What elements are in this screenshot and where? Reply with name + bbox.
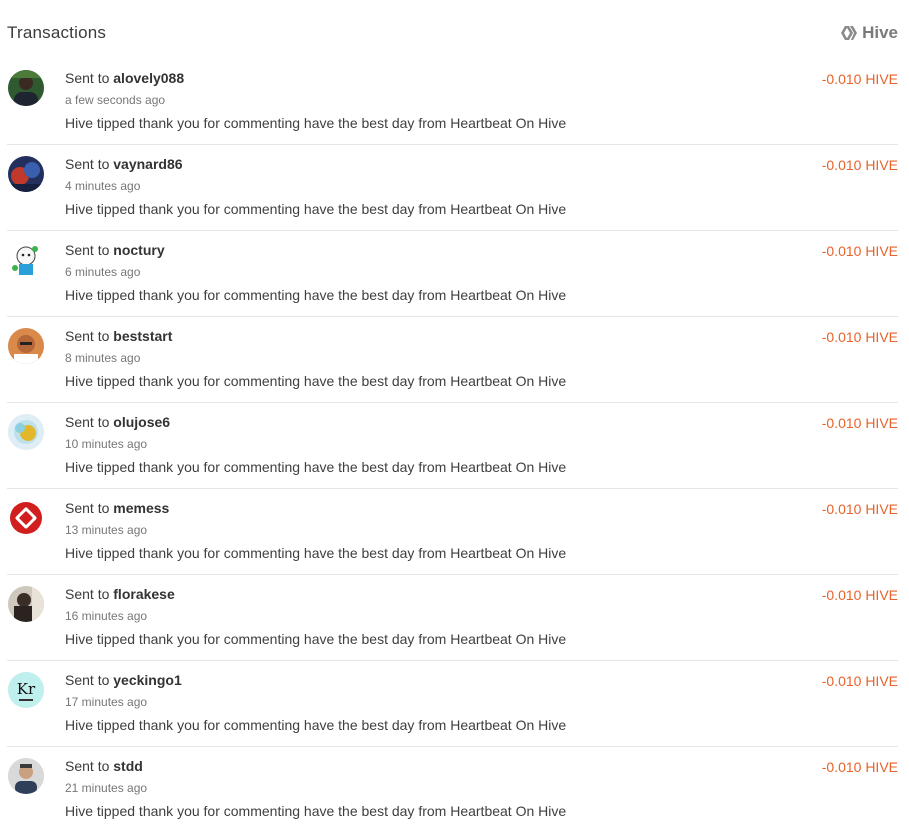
amount: -0.010 HIVE xyxy=(821,673,898,689)
recipient-username[interactable]: florakese xyxy=(113,586,174,602)
transaction-row[interactable]: Sent to stdd 21 minutes ago Hive tipped … xyxy=(7,747,898,830)
timestamp: 16 minutes ago xyxy=(65,609,148,623)
memo-text: Hive tipped thank you for commenting hav… xyxy=(65,201,567,217)
transactions-panel: Transactions Hive Sent to alovely088 a f… xyxy=(0,0,909,830)
timestamp: a few seconds ago xyxy=(65,93,166,107)
transaction-row[interactable]: Sent to florakese 16 minutes ago Hive ti… xyxy=(7,575,898,661)
avatar-photo-icon[interactable] xyxy=(8,328,44,364)
sent-prefix: Sent to xyxy=(65,70,110,86)
amount: -0.010 HIVE xyxy=(821,415,898,431)
recipient-username[interactable]: olujose6 xyxy=(113,414,170,430)
timestamp: 21 minutes ago xyxy=(65,781,148,795)
recipient-username[interactable]: beststart xyxy=(113,328,172,344)
timestamp: 4 minutes ago xyxy=(65,179,141,193)
sent-prefix: Sent to xyxy=(65,758,110,774)
recipient-username[interactable]: noctury xyxy=(113,242,164,258)
avatar-photo-icon[interactable] xyxy=(8,414,44,450)
memo-text: Hive tipped thank you for commenting hav… xyxy=(65,717,567,733)
transaction-row[interactable]: Sent to alovely088 a few seconds ago Hiv… xyxy=(7,59,898,145)
timestamp: 17 minutes ago xyxy=(65,695,148,709)
sent-prefix: Sent to xyxy=(65,156,110,172)
avatar-photo-icon[interactable] xyxy=(8,70,44,106)
amount: -0.010 HIVE xyxy=(821,157,898,173)
sent-prefix: Sent to xyxy=(65,586,110,602)
avatar-element-icon[interactable]: Kr xyxy=(8,672,44,708)
transaction-list: Sent to alovely088 a few seconds ago Hiv… xyxy=(7,59,898,830)
amount: -0.010 HIVE xyxy=(821,243,898,259)
panel-header: Transactions Hive xyxy=(7,0,898,66)
recipient-username[interactable]: memess xyxy=(113,500,169,516)
recipient-username[interactable]: alovely088 xyxy=(113,70,184,86)
avatar-photo-icon[interactable] xyxy=(8,156,44,192)
amount: -0.010 HIVE xyxy=(821,587,898,603)
avatar-photo-icon[interactable] xyxy=(8,586,44,622)
memo-text: Hive tipped thank you for commenting hav… xyxy=(65,115,567,131)
memo-text: Hive tipped thank you for commenting hav… xyxy=(65,459,567,475)
sent-prefix: Sent to xyxy=(65,328,110,344)
recipient-username[interactable]: vaynard86 xyxy=(113,156,182,172)
hive-logo-icon xyxy=(840,25,858,41)
transaction-row[interactable]: Sent to beststart 8 minutes ago Hive tip… xyxy=(7,317,898,403)
memo-text: Hive tipped thank you for commenting hav… xyxy=(65,545,567,561)
amount: -0.010 HIVE xyxy=(821,329,898,345)
sent-prefix: Sent to xyxy=(65,242,110,258)
avatar-cartoon-icon[interactable] xyxy=(8,242,44,278)
hive-brand-label: Hive xyxy=(862,23,898,42)
transaction-row[interactable]: Sent to vaynard86 4 minutes ago Hive tip… xyxy=(7,145,898,231)
amount: -0.010 HIVE xyxy=(821,501,898,517)
sent-prefix: Sent to xyxy=(65,414,110,430)
memo-text: Hive tipped thank you for commenting hav… xyxy=(65,373,567,389)
transaction-row[interactable]: Kr Sent to yeckingo1 17 minutes ago Hive… xyxy=(7,661,898,747)
recipient-username[interactable]: yeckingo1 xyxy=(113,672,181,688)
timestamp: 8 minutes ago xyxy=(65,351,141,365)
avatar-logo-icon[interactable] xyxy=(8,500,44,536)
memo-text: Hive tipped thank you for commenting hav… xyxy=(65,631,567,647)
avatar-element-text: Kr xyxy=(17,680,36,698)
transaction-row[interactable]: Sent to olujose6 10 minutes ago Hive tip… xyxy=(7,403,898,489)
timestamp: 6 minutes ago xyxy=(65,265,141,279)
hive-brand[interactable]: Hive xyxy=(840,23,898,43)
amount: -0.010 HIVE xyxy=(821,759,898,775)
sent-prefix: Sent to xyxy=(65,500,110,516)
transaction-row[interactable]: Sent to memess 13 minutes ago Hive tippe… xyxy=(7,489,898,575)
transaction-row[interactable]: Sent to noctury 6 minutes ago Hive tippe… xyxy=(7,231,898,317)
memo-text: Hive tipped thank you for commenting hav… xyxy=(65,287,567,303)
sent-prefix: Sent to xyxy=(65,672,110,688)
timestamp: 13 minutes ago xyxy=(65,523,148,537)
timestamp: 10 minutes ago xyxy=(65,437,148,451)
recipient-username[interactable]: stdd xyxy=(113,758,143,774)
memo-text: Hive tipped thank you for commenting hav… xyxy=(65,803,567,819)
amount: -0.010 HIVE xyxy=(821,71,898,87)
avatar-photo-icon[interactable] xyxy=(8,758,44,794)
page-title: Transactions xyxy=(7,23,107,42)
